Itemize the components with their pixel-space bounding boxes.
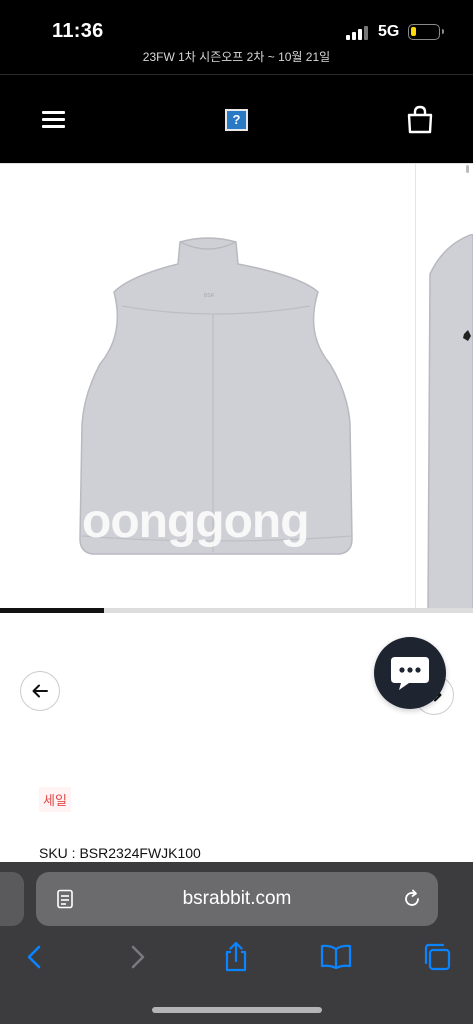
battery-icon xyxy=(408,24,444,40)
forward-button[interactable] xyxy=(120,940,154,974)
home-indicator xyxy=(152,1007,322,1013)
address-bar[interactable]: bsrabbit.com xyxy=(36,872,438,926)
chat-button[interactable] xyxy=(374,637,446,709)
share-button[interactable] xyxy=(219,940,253,974)
product-sku: SKU : BSR2324FWJK100 xyxy=(39,845,201,861)
svg-text:BSR: BSR xyxy=(204,293,215,299)
sale-badge: 세일 xyxy=(39,787,71,812)
tabs-button[interactable] xyxy=(420,940,454,974)
announcement-text: 23FW 1차 시즌오프 2차 ~ 10월 21일 xyxy=(142,50,331,64)
tabs-icon xyxy=(424,943,451,971)
previous-tab-card[interactable] xyxy=(0,872,24,926)
bookmarks-button[interactable] xyxy=(319,940,353,974)
page: 11:36 5G 23FW 1차 시즌오프 2차 ~ 10월 21일 ? BSR… xyxy=(0,0,473,1024)
site-header: ? xyxy=(0,74,473,163)
product-gallery[interactable]: BSR oonggong xyxy=(0,163,473,613)
arrow-left-icon xyxy=(32,684,48,698)
shopping-bag-icon[interactable] xyxy=(405,104,435,134)
hamburger-icon[interactable] xyxy=(42,109,66,129)
back-button[interactable] xyxy=(18,940,52,974)
status-time: 11:36 xyxy=(52,20,104,42)
gallery-scroll-indicator xyxy=(466,165,469,173)
header-divider xyxy=(0,74,473,75)
product-image-back[interactable]: BSR oonggong xyxy=(0,164,416,610)
reload-icon[interactable] xyxy=(402,889,422,909)
url-text: bsrabbit.com xyxy=(182,888,292,909)
bookmarks-icon xyxy=(320,944,352,970)
gallery-progress-fill xyxy=(0,608,104,613)
forward-icon xyxy=(131,945,145,969)
cellular-signal-icon xyxy=(346,26,370,40)
announcement-bar[interactable]: 23FW 1차 시즌오프 2차 ~ 10월 21일 xyxy=(0,46,473,74)
share-icon xyxy=(225,941,247,972)
site-logo[interactable]: ? xyxy=(225,109,248,131)
page-icon[interactable] xyxy=(56,889,74,909)
image-watermark: oonggong xyxy=(82,495,310,548)
back-icon xyxy=(27,945,41,969)
product-image-front-peek[interactable] xyxy=(424,234,473,614)
chat-bubble-icon xyxy=(391,657,429,690)
network-type: 5G xyxy=(378,23,400,40)
gallery-prev-button[interactable] xyxy=(20,671,60,711)
